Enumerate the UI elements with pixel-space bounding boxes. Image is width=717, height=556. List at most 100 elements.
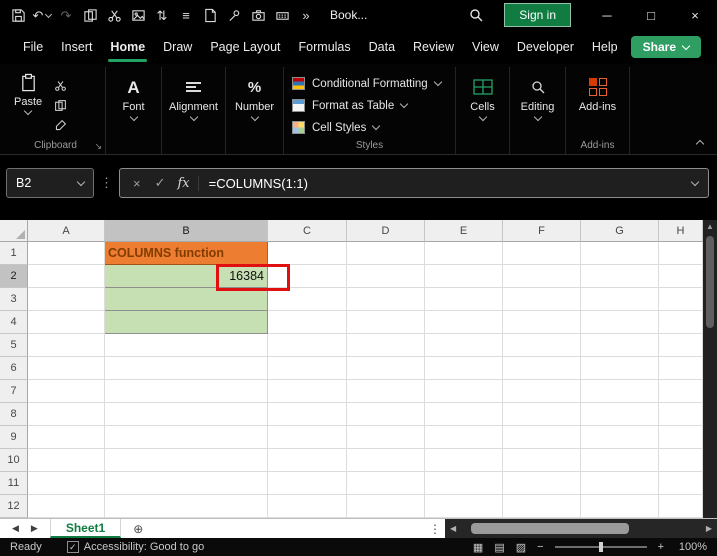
menu-help[interactable]: Help — [583, 31, 627, 63]
menu-data[interactable]: Data — [360, 31, 404, 63]
normal-view-icon[interactable]: ▦ — [473, 541, 483, 554]
cell-F9[interactable] — [503, 426, 581, 449]
zoom-level[interactable]: 100% — [675, 541, 707, 553]
cell-A9[interactable] — [28, 426, 105, 449]
expand-formula-bar-icon[interactable] — [691, 177, 699, 185]
cell-F2[interactable] — [503, 265, 581, 288]
cell-A1[interactable] — [28, 242, 105, 265]
sign-in-button[interactable]: Sign in — [504, 3, 571, 27]
cancel-icon[interactable]: × — [126, 176, 148, 191]
paste-button[interactable]: Paste — [6, 71, 48, 138]
cell-D9[interactable] — [347, 426, 425, 449]
cell-D12[interactable] — [347, 495, 425, 518]
column-header-G[interactable]: G — [581, 220, 659, 242]
row-header-10[interactable]: 10 — [0, 449, 28, 472]
scroll-right-icon[interactable]: ▶ — [706, 524, 712, 533]
cell-C9[interactable] — [268, 426, 347, 449]
cell-C3[interactable] — [268, 288, 347, 311]
zoom-out-icon[interactable]: − — [537, 541, 543, 553]
row-header-7[interactable]: 7 — [0, 380, 28, 403]
copy-icon[interactable] — [54, 99, 67, 112]
collapse-ribbon-button[interactable] — [696, 140, 704, 148]
row-header-11[interactable]: 11 — [0, 472, 28, 495]
column-header-B[interactable]: B — [105, 220, 268, 242]
cell-G4[interactable] — [581, 311, 659, 334]
cell-F6[interactable] — [503, 357, 581, 380]
cell-styles-button[interactable]: Cell Styles — [292, 117, 455, 138]
font-button[interactable]: A Font — [106, 67, 161, 138]
share-button[interactable]: Share — [631, 36, 701, 58]
cell-E1[interactable] — [425, 242, 503, 265]
redo-button[interactable]: ↷ — [54, 2, 78, 28]
cell-E12[interactable] — [425, 495, 503, 518]
cell-G10[interactable] — [581, 449, 659, 472]
zoom-slider-thumb[interactable] — [599, 542, 603, 552]
cell-C7[interactable] — [268, 380, 347, 403]
cell-G9[interactable] — [581, 426, 659, 449]
cell-A12[interactable] — [28, 495, 105, 518]
pin-icon[interactable] — [222, 2, 246, 28]
dialog-launcher-icon[interactable]: ↘ — [94, 141, 102, 152]
cell-F7[interactable] — [503, 380, 581, 403]
menu-page-layout[interactable]: Page Layout — [201, 31, 289, 63]
cell-G5[interactable] — [581, 334, 659, 357]
row-header-2[interactable]: 2 — [0, 265, 28, 288]
undo-button[interactable]: ↶ — [30, 2, 54, 28]
cell-F3[interactable] — [503, 288, 581, 311]
formula-input[interactable]: × ✓ fx =COLUMNS(1:1) — [119, 168, 709, 198]
menu-draw[interactable]: Draw — [154, 31, 201, 63]
cell-H12[interactable] — [659, 495, 703, 518]
cell-A2[interactable] — [28, 265, 105, 288]
cell-D2[interactable] — [347, 265, 425, 288]
cell-E7[interactable] — [425, 380, 503, 403]
cell-B10[interactable] — [105, 449, 268, 472]
menu-formulas[interactable]: Formulas — [290, 31, 360, 63]
row-header-12[interactable]: 12 — [0, 495, 28, 518]
camera-icon[interactable] — [246, 2, 270, 28]
zoom-slider[interactable] — [555, 546, 647, 548]
cell-E9[interactable] — [425, 426, 503, 449]
cell-F10[interactable] — [503, 449, 581, 472]
cell-G3[interactable] — [581, 288, 659, 311]
menu-review[interactable]: Review — [404, 31, 463, 63]
sheet-tab-sheet1[interactable]: Sheet1 — [50, 519, 121, 538]
cell-H2[interactable] — [659, 265, 703, 288]
cell-H9[interactable] — [659, 426, 703, 449]
scroll-up-icon[interactable]: ▲ — [703, 222, 717, 231]
cell-C5[interactable] — [268, 334, 347, 357]
alignment-button[interactable]: Alignment — [162, 67, 225, 138]
cell-B1[interactable]: COLUMNS function — [105, 242, 268, 265]
cell-A3[interactable] — [28, 288, 105, 311]
cell-C11[interactable] — [268, 472, 347, 495]
cell-D5[interactable] — [347, 334, 425, 357]
cell-B11[interactable] — [105, 472, 268, 495]
cell-G6[interactable] — [581, 357, 659, 380]
cell-F5[interactable] — [503, 334, 581, 357]
cell-H1[interactable] — [659, 242, 703, 265]
column-header-A[interactable]: A — [28, 220, 105, 242]
cell-G8[interactable] — [581, 403, 659, 426]
column-header-F[interactable]: F — [503, 220, 581, 242]
save-icon[interactable] — [6, 2, 30, 28]
cell-G1[interactable] — [581, 242, 659, 265]
cells-button[interactable]: Cells — [456, 67, 509, 138]
sheet-bar-dots-icon[interactable]: ⋮ — [425, 519, 445, 538]
row-header-6[interactable]: 6 — [0, 357, 28, 380]
cut-icon[interactable] — [54, 79, 67, 92]
menu-developer[interactable]: Developer — [508, 31, 583, 63]
page-layout-view-icon[interactable]: ▤ — [494, 541, 504, 554]
page-break-view-icon[interactable]: ▨ — [516, 541, 526, 554]
conditional-formatting-button[interactable]: Conditional Formatting — [292, 73, 455, 94]
cell-C10[interactable] — [268, 449, 347, 472]
column-header-C[interactable]: C — [268, 220, 347, 242]
row-header-3[interactable]: 3 — [0, 288, 28, 311]
horizontal-scrollbar-track[interactable] — [461, 519, 701, 538]
next-sheet-icon[interactable]: ▶ — [31, 523, 38, 534]
maximize-button[interactable]: □ — [629, 0, 673, 30]
cell-A6[interactable] — [28, 357, 105, 380]
cell-B5[interactable] — [105, 334, 268, 357]
cell-H10[interactable] — [659, 449, 703, 472]
column-header-D[interactable]: D — [347, 220, 425, 242]
cell-D3[interactable] — [347, 288, 425, 311]
cell-G11[interactable] — [581, 472, 659, 495]
